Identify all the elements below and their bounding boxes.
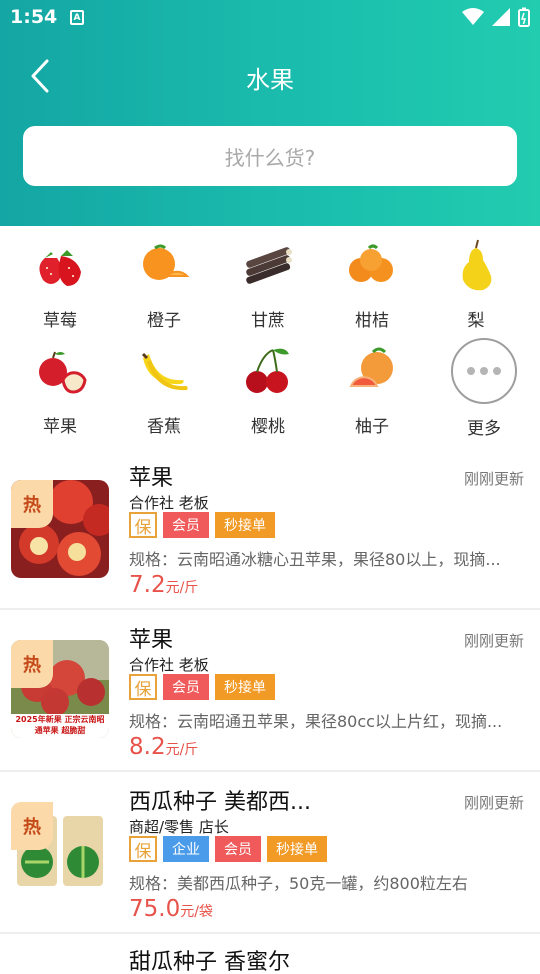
hot-badge: 热 (11, 802, 53, 850)
signal-icon (492, 8, 510, 26)
notification-a-icon: A (70, 10, 84, 25)
category-orange[interactable]: 橙子 (112, 236, 216, 331)
pear-icon (462, 239, 492, 291)
sugarcane-icon (246, 247, 292, 284)
category-grid: 草莓 橙子 甘蔗 柑桔 梨 苹果 香蕉 樱桃 柚子 更多 (0, 226, 540, 444)
listing-item[interactable]: 热 苹果 刚刚更新 合作社 老板 保 会员 秒接单 规格：云南昭通冰糖心丑苹果，… (0, 448, 540, 610)
price-unit: 元/袋 (180, 904, 213, 920)
category-label: 橙子 (147, 311, 181, 331)
fast-order-tag: 秒接单 (215, 512, 275, 538)
wifi-icon (462, 8, 484, 25)
listing-seller: 合作社 老板 (129, 494, 209, 512)
listing-item[interactable]: 甜瓜种子 香蜜尔 (0, 934, 540, 974)
product-image: 热 (11, 802, 109, 900)
listing-title: 苹果 (129, 466, 174, 491)
strawberry-icon (39, 250, 81, 286)
fast-order-tag: 秒接单 (215, 674, 275, 700)
page-title: 水果 (246, 66, 294, 94)
category-label: 柑桔 (355, 311, 389, 331)
listing-title: 甜瓜种子 香蜜尔 (129, 950, 290, 974)
listing-updated: 刚刚更新 (463, 794, 524, 812)
category-grapefruit[interactable]: 柚子 (320, 342, 424, 437)
listing-price: 75.0元/袋 (129, 896, 213, 922)
listing-spec: 规格：云南昭通冰糖心丑苹果，果径80以上，现摘... (129, 550, 501, 569)
listing-updated: 刚刚更新 (463, 632, 524, 650)
status-bar: 1:54 A (0, 0, 540, 36)
category-label: 樱桃 (251, 417, 285, 437)
listing-price: 7.2元/斤 (129, 572, 198, 598)
category-label: 甘蔗 (251, 311, 285, 331)
price-value: 75.0 (129, 896, 181, 922)
listing-title: 苹果 (129, 628, 174, 653)
hot-badge: 热 (11, 640, 53, 688)
search-input[interactable]: 找什么货? (23, 126, 517, 186)
listing-item[interactable]: 2025年新果 正宗云南昭通苹果 超脆甜 热 苹果 刚刚更新 合作社 老板 保 … (0, 610, 540, 772)
battery-icon (518, 7, 530, 27)
category-label: 更多 (467, 419, 501, 439)
category-banana[interactable]: 香蕉 (112, 342, 216, 437)
category-pear[interactable]: 梨 (424, 236, 528, 331)
more-icon (451, 338, 517, 404)
category-label: 草莓 (43, 311, 77, 331)
fast-order-tag: 秒接单 (267, 836, 327, 862)
category-label: 香蕉 (147, 417, 181, 437)
category-sugarcane[interactable]: 甘蔗 (216, 236, 320, 331)
price-value: 8.2 (129, 734, 166, 760)
search-placeholder: 找什么货? (224, 145, 316, 170)
member-tag: 会员 (163, 512, 209, 538)
listing-updated: 刚刚更新 (463, 470, 524, 488)
hot-badge: 热 (11, 480, 53, 528)
grapefruit-icon (349, 347, 393, 387)
status-time: 1:54 (10, 6, 58, 28)
guarantee-badge: 保 (129, 674, 157, 700)
price-unit: 元/斤 (165, 580, 199, 596)
orange-icon (143, 244, 190, 280)
price-unit: 元/斤 (165, 742, 199, 758)
listing-spec: 规格：云南昭通丑苹果，果径80cc以上片红，现摘... (129, 712, 503, 731)
image-caption: 2025年新果 正宗云南昭通苹果 超脆甜 (15, 715, 105, 735)
guarantee-badge: 保 (129, 836, 157, 862)
listing-seller: 商超/零售 店长 (129, 818, 229, 836)
listing-tags: 保 会员 秒接单 (129, 512, 275, 538)
category-strawberry[interactable]: 草莓 (8, 236, 112, 331)
category-more[interactable]: 更多 (432, 338, 536, 439)
category-label: 柚子 (355, 417, 389, 437)
cherry-icon (246, 348, 289, 393)
member-tag: 会员 (215, 836, 261, 862)
status-icons (462, 7, 530, 27)
member-tag: 会员 (163, 674, 209, 700)
header-bar: 1:54 A 水果 找什么货? (0, 0, 540, 226)
tangerine-icon (349, 244, 393, 282)
listing-spec: 规格：美都西瓜种子，50克一罐，约800粒左右 (129, 874, 468, 893)
listing-tags: 保 会员 秒接单 (129, 674, 275, 700)
category-cherry[interactable]: 樱桃 (216, 342, 320, 437)
listing-item[interactable]: 热 西瓜种子 美都西... 刚刚更新 商超/零售 店长 保 企业 会员 秒接单 … (0, 772, 540, 934)
banana-icon (141, 352, 188, 391)
product-image: 2025年新果 正宗云南昭通苹果 超脆甜 热 (11, 640, 109, 738)
category-apple[interactable]: 苹果 (8, 342, 112, 437)
company-tag: 企业 (163, 836, 209, 862)
category-tangerine[interactable]: 柑桔 (320, 236, 424, 331)
listing-seller: 合作社 老板 (129, 656, 209, 674)
listing-tags: 保 企业 会员 秒接单 (129, 836, 327, 862)
listing-title: 西瓜种子 美都西... (129, 790, 311, 815)
price-value: 7.2 (129, 572, 166, 598)
product-image: 热 (11, 480, 109, 578)
listing-price: 8.2元/斤 (129, 734, 198, 760)
category-label: 梨 (467, 311, 485, 331)
apple-icon (39, 351, 87, 394)
category-label: 苹果 (43, 417, 77, 437)
guarantee-badge: 保 (129, 512, 157, 538)
